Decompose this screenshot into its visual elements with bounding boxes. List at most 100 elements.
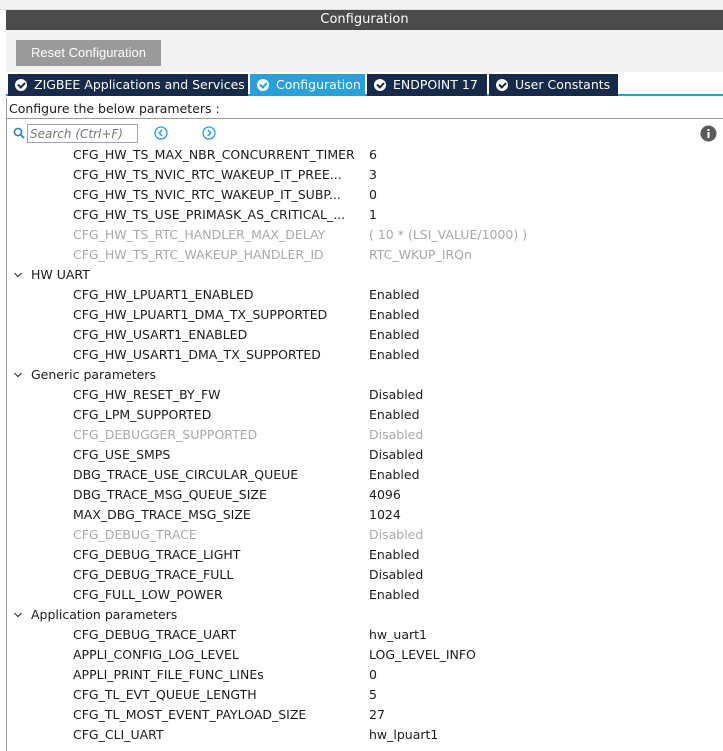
param-row: CFG_HW_TS_RTC_HANDLER_MAX_DELAY ( 10 * (L… bbox=[7, 225, 723, 245]
param-value[interactable]: Disabled bbox=[369, 445, 423, 465]
search-input[interactable] bbox=[27, 124, 138, 143]
arrow-right-circle-icon[interactable] bbox=[202, 126, 216, 140]
param-row[interactable]: CFG_HW_LPUART1_ENABLED Enabled bbox=[7, 285, 723, 305]
tab-label: User Constants bbox=[515, 77, 611, 92]
param-row[interactable]: CFG_HW_TS_MAX_NBR_CONCURRENT_TIMER 6 bbox=[7, 145, 723, 165]
param-row[interactable]: CFG_HW_RESET_BY_FW Disabled bbox=[7, 385, 723, 405]
param-row[interactable]: DBG_TRACE_USE_CIRCULAR_QUEUE Enabled bbox=[7, 465, 723, 485]
param-row[interactable]: CFG_HW_TS_NVIC_RTC_WAKEUP_IT_PREE... 3 bbox=[7, 165, 723, 185]
group-label: HW UART bbox=[31, 267, 90, 282]
param-name: CFG_HW_TS_NVIC_RTC_WAKEUP_IT_SUBP... bbox=[73, 187, 341, 202]
group-generic-parameters[interactable]: Generic parameters bbox=[7, 365, 723, 385]
param-value[interactable]: Disabled bbox=[369, 565, 423, 585]
param-name: CFG_USE_SMPS bbox=[73, 447, 171, 462]
param-row[interactable]: APPLI_PRINT_FILE_FUNC_LINEs 0 bbox=[7, 665, 723, 685]
search-icon[interactable] bbox=[13, 127, 25, 139]
reset-configuration-button[interactable]: Reset Configuration bbox=[16, 40, 161, 66]
param-name: MAX_DBG_TRACE_MSG_SIZE bbox=[73, 507, 251, 522]
param-value[interactable]: 3 bbox=[369, 165, 377, 185]
arrow-left-circle-icon[interactable] bbox=[154, 126, 168, 140]
param-value[interactable]: Enabled bbox=[369, 285, 420, 305]
parameter-list: CFG_HW_TS_MAX_NBR_CONCURRENT_TIMER 6 CFG_… bbox=[7, 145, 723, 745]
check-circle-icon bbox=[496, 79, 508, 91]
param-value[interactable]: Disabled bbox=[369, 385, 423, 405]
param-row[interactable]: CFG_DEBUG_TRACE_LIGHT Enabled bbox=[7, 545, 723, 565]
tab-label: ZIGBEE Applications and Services bbox=[34, 77, 245, 92]
param-name: CFG_DEBUGGER_SUPPORTED bbox=[73, 427, 258, 442]
param-name: CFG_HW_TS_USE_PRIMASK_AS_CRITICAL_... bbox=[73, 207, 346, 222]
param-value[interactable]: Enabled bbox=[369, 585, 420, 605]
param-name: CFG_DEBUG_TRACE_FULL bbox=[73, 567, 234, 582]
param-value[interactable]: Enabled bbox=[369, 465, 420, 485]
param-value[interactable]: 1 bbox=[369, 205, 377, 225]
param-name: DBG_TRACE_MSG_QUEUE_SIZE bbox=[73, 487, 267, 502]
param-row[interactable]: CFG_LPM_SUPPORTED Enabled bbox=[7, 405, 723, 425]
param-row[interactable]: CFG_HW_TS_NVIC_RTC_WAKEUP_IT_SUBP... 0 bbox=[7, 185, 723, 205]
param-name: CFG_TL_EVT_QUEUE_LENGTH bbox=[73, 687, 257, 702]
param-value[interactable]: 27 bbox=[369, 705, 385, 725]
param-row[interactable]: MAX_DBG_TRACE_MSG_SIZE 1024 bbox=[7, 505, 723, 525]
info-icon[interactable] bbox=[700, 125, 717, 142]
param-name: CFG_CLI_UART bbox=[73, 727, 164, 742]
param-name: CFG_FULL_LOW_POWER bbox=[73, 587, 223, 602]
param-name: CFG_HW_LPUART1_DMA_TX_SUPPORTED bbox=[73, 307, 328, 322]
param-row[interactable]: CFG_DEBUG_TRACE_FULL Disabled bbox=[7, 565, 723, 585]
param-value[interactable]: Enabled bbox=[369, 405, 420, 425]
param-value[interactable]: Enabled bbox=[369, 305, 420, 325]
param-row[interactable]: DBG_TRACE_MSG_QUEUE_SIZE 4096 bbox=[7, 485, 723, 505]
param-value[interactable]: hw_uart1 bbox=[369, 625, 427, 645]
param-name: CFG_HW_LPUART1_ENABLED bbox=[73, 287, 254, 302]
param-row[interactable]: CFG_TL_EVT_QUEUE_LENGTH 5 bbox=[7, 685, 723, 705]
tab-user-constants[interactable]: User Constants bbox=[489, 74, 618, 96]
group-hw-uart[interactable]: HW UART bbox=[7, 265, 723, 285]
param-row[interactable]: CFG_HW_USART1_ENABLED Enabled bbox=[7, 325, 723, 345]
param-row: CFG_DEBUGGER_SUPPORTED Disabled bbox=[7, 425, 723, 445]
param-row[interactable]: CFG_TL_MOST_EVENT_PAYLOAD_SIZE 27 bbox=[7, 705, 723, 725]
param-value: Disabled bbox=[369, 427, 424, 442]
param-name: CFG_HW_TS_NVIC_RTC_WAKEUP_IT_PREE... bbox=[73, 167, 342, 182]
param-name: CFG_HW_USART1_ENABLED bbox=[73, 327, 248, 342]
param-name: CFG_HW_USART1_DMA_TX_SUPPORTED bbox=[73, 347, 321, 362]
param-value[interactable]: Enabled bbox=[369, 345, 420, 365]
param-name: DBG_TRACE_USE_CIRCULAR_QUEUE bbox=[73, 467, 299, 482]
window-title: Configuration bbox=[6, 10, 723, 30]
panel-header: Configure the below parameters : bbox=[7, 99, 723, 119]
param-value[interactable]: hw_lpuart1 bbox=[369, 725, 438, 745]
param-row[interactable]: CFG_DEBUG_TRACE_UART hw_uart1 bbox=[7, 625, 723, 645]
top-strip bbox=[0, 0, 723, 10]
param-value[interactable]: Enabled bbox=[369, 325, 420, 345]
param-value: ( 10 * (LSI_VALUE/1000) ) bbox=[369, 227, 528, 242]
tab-label: Configuration bbox=[276, 77, 361, 92]
param-row[interactable]: APPLI_CONFIG_LOG_LEVEL LOG_LEVEL_INFO bbox=[7, 645, 723, 665]
param-value[interactable]: 5 bbox=[369, 685, 377, 705]
tab-bar: ZIGBEE Applications and Services Configu… bbox=[6, 72, 723, 96]
toolbar: Reset Configuration bbox=[6, 30, 723, 72]
chevron-down-icon[interactable] bbox=[14, 371, 22, 379]
param-value[interactable]: LOG_LEVEL_INFO bbox=[369, 645, 476, 665]
chevron-down-icon[interactable] bbox=[14, 611, 22, 619]
param-name: APPLI_CONFIG_LOG_LEVEL bbox=[73, 647, 239, 662]
tab-endpoint-17[interactable]: ENDPOINT 17 bbox=[367, 74, 487, 96]
param-row[interactable]: CFG_CLI_UART hw_lpuart1 bbox=[7, 725, 723, 745]
tab-label: ENDPOINT 17 bbox=[393, 77, 478, 92]
param-value[interactable]: 4096 bbox=[369, 485, 401, 505]
chevron-down-icon[interactable] bbox=[14, 271, 22, 279]
param-row[interactable]: CFG_FULL_LOW_POWER Enabled bbox=[7, 585, 723, 605]
param-row[interactable]: CFG_USE_SMPS Disabled bbox=[7, 445, 723, 465]
param-row[interactable]: CFG_HW_USART1_DMA_TX_SUPPORTED Enabled bbox=[7, 345, 723, 365]
param-name: CFG_HW_RESET_BY_FW bbox=[73, 387, 221, 402]
param-name: CFG_HW_TS_RTC_HANDLER_MAX_DELAY bbox=[73, 227, 326, 242]
param-value[interactable]: 0 bbox=[369, 185, 377, 205]
group-application-parameters[interactable]: Application parameters bbox=[7, 605, 723, 625]
param-value[interactable]: 0 bbox=[369, 665, 377, 685]
param-value[interactable]: 6 bbox=[369, 145, 377, 165]
tab-zigbee-applications[interactable]: ZIGBEE Applications and Services bbox=[8, 74, 248, 96]
param-row[interactable]: CFG_HW_LPUART1_DMA_TX_SUPPORTED Enabled bbox=[7, 305, 723, 325]
tab-configuration[interactable]: Configuration bbox=[250, 74, 365, 96]
param-name: CFG_DEBUG_TRACE_LIGHT bbox=[73, 547, 241, 562]
param-value[interactable]: Enabled bbox=[369, 545, 420, 565]
param-name: CFG_DEBUG_TRACE_UART bbox=[73, 627, 237, 642]
param-row[interactable]: CFG_HW_TS_USE_PRIMASK_AS_CRITICAL_... 1 bbox=[7, 205, 723, 225]
param-value[interactable]: 1024 bbox=[369, 505, 401, 525]
check-circle-icon bbox=[15, 79, 27, 91]
